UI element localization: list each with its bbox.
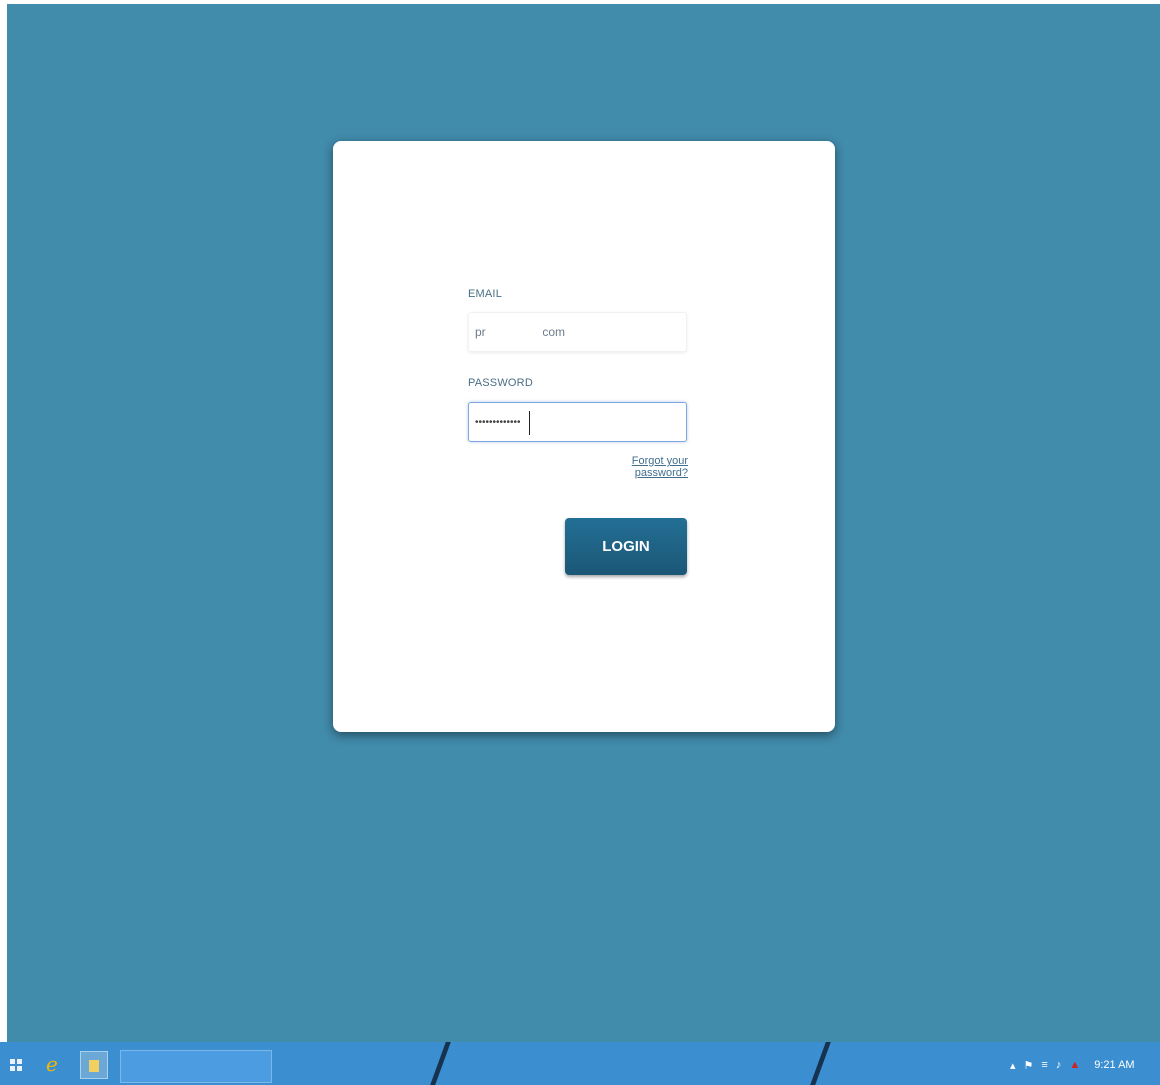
forgot-password-link[interactable]: Forgot your password? — [586, 455, 688, 479]
text-caret — [529, 411, 530, 435]
clock[interactable]: 9:21 AM — [1094, 1059, 1134, 1071]
network-icon[interactable] — [1041, 1059, 1047, 1071]
taskbar-divider — [810, 1042, 831, 1085]
login-button[interactable]: LOGIN — [565, 518, 687, 575]
taskbar-divider — [430, 1042, 451, 1085]
system-tray: 9:21 AM — [1010, 1055, 1134, 1075]
show-hidden-icons-arrow-icon[interactable] — [1010, 1059, 1016, 1072]
email-field[interactable] — [468, 312, 687, 352]
taskbar-active-window[interactable] — [120, 1050, 272, 1083]
acrobat-icon[interactable] — [1069, 1059, 1080, 1071]
internet-explorer-icon[interactable]: e — [46, 1052, 58, 1076]
file-explorer-icon[interactable] — [80, 1051, 108, 1079]
action-center-flag-icon[interactable] — [1024, 1059, 1034, 1072]
password-label: PASSWORD — [468, 377, 533, 389]
start-icon[interactable] — [10, 1059, 22, 1071]
volume-icon[interactable] — [1056, 1059, 1062, 1071]
email-label: EMAIL — [468, 288, 503, 300]
password-field[interactable] — [468, 402, 687, 442]
